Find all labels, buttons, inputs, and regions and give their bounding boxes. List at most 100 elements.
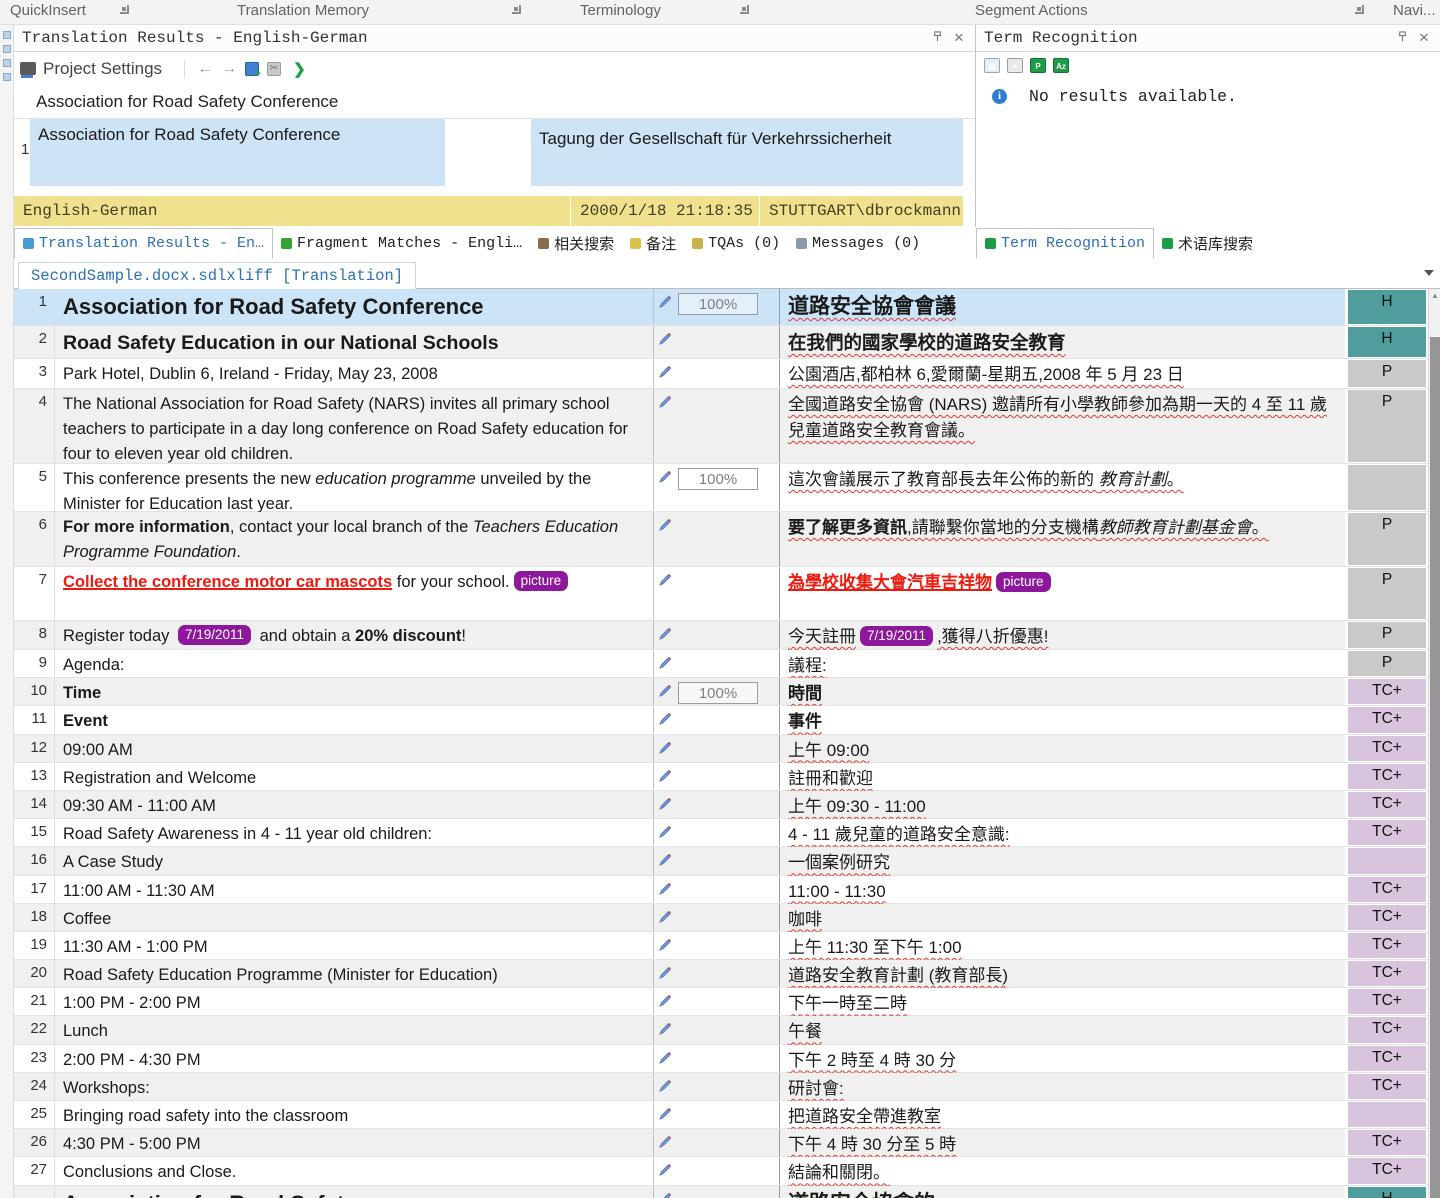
- document-list-dropdown-icon[interactable]: [1424, 270, 1434, 276]
- target-cell[interactable]: 今天註冊7/19/2011,獲得八折優惠!: [780, 621, 1345, 649]
- target-cell[interactable]: 事件: [780, 706, 1345, 733]
- target-cell[interactable]: 為學校收集大會汽車吉祥物picture: [780, 567, 1345, 620]
- tab-term-recognition[interactable]: Term Recognition: [976, 228, 1154, 259]
- source-cell[interactable]: Event: [55, 706, 654, 733]
- text-run: 1:00 PM - 2:00 PM: [63, 994, 201, 1012]
- target-cell[interactable]: 11:00 - 11:30: [780, 876, 1345, 903]
- target-cell[interactable]: 上午 09:00: [780, 735, 1345, 762]
- termbase-viewer-icon[interactable]: ▤: [984, 58, 1000, 73]
- target-cell[interactable]: 結論和關閉。: [780, 1157, 1345, 1184]
- scrollbar-thumb[interactable]: [1430, 337, 1440, 1198]
- source-cell[interactable]: For more information, contact your local…: [55, 512, 654, 566]
- dialog-launcher-icon[interactable]: [512, 5, 521, 14]
- target-cell[interactable]: 這次會議展示了教育部長去年公佈的新的 教育計劃。: [780, 464, 1345, 511]
- source-cell[interactable]: Park Hotel, Dublin 6, Ireland - Friday, …: [55, 359, 654, 388]
- source-cell[interactable]: Agenda:: [55, 650, 654, 677]
- source-cell[interactable]: 1:00 PM - 2:00 PM: [55, 988, 654, 1015]
- docked-panels-strip[interactable]: [0, 25, 14, 1198]
- docked-tab-icon[interactable]: [3, 73, 11, 81]
- tab-fragment-matches[interactable]: Fragment Matches - Engli…: [273, 228, 530, 259]
- apply-translation-icon[interactable]: +: [245, 62, 259, 76]
- target-cell[interactable]: 4 - 11 歲兒童的道路安全意識:: [780, 819, 1345, 846]
- target-cell[interactable]: 道路安全教育計劃 (教育部長): [780, 960, 1345, 987]
- target-cell[interactable]: 把道路安全帶進教室: [780, 1101, 1345, 1128]
- source-cell[interactable]: Conclusions and Close.: [55, 1157, 654, 1184]
- source-cell[interactable]: Lunch: [55, 1016, 654, 1043]
- document-tab[interactable]: SecondSample.docx.sdlxliff [Translation]: [18, 262, 416, 289]
- source-cell[interactable]: Road Safety Education Programme (Ministe…: [55, 960, 654, 987]
- source-cell[interactable]: 11:00 AM - 11:30 AM: [55, 876, 654, 903]
- source-cell[interactable]: A Case Study: [55, 847, 654, 874]
- scroll-up-icon[interactable]: ▲: [1430, 291, 1440, 300]
- docked-tab-icon[interactable]: [3, 31, 11, 39]
- project-settings-button[interactable]: Project Settings: [43, 59, 162, 79]
- pin-icon[interactable]: [929, 30, 945, 46]
- source-cell[interactable]: 2:00 PM - 4:30 PM: [55, 1045, 654, 1072]
- target-cell[interactable]: 研討會:: [780, 1073, 1345, 1100]
- document-structure-cell: H: [1345, 1186, 1428, 1198]
- target-cell[interactable]: 午餐: [780, 1016, 1345, 1043]
- target-cell[interactable]: 咖啡: [780, 904, 1345, 931]
- source-cell[interactable]: This conference presents the new educati…: [55, 464, 654, 511]
- source-cell[interactable]: Road Safety Awareness in 4 - 11 year old…: [55, 819, 654, 846]
- edit-pencil-icon: [658, 1134, 673, 1149]
- dialog-launcher-icon[interactable]: [740, 5, 749, 14]
- source-cell[interactable]: Road Safety Education in our National Sc…: [55, 326, 654, 358]
- source-cell[interactable]: 4:30 PM - 5:00 PM: [55, 1129, 654, 1156]
- target-cell[interactable]: 上午 09:30 - 11:00: [780, 791, 1345, 818]
- target-cell[interactable]: 時間: [780, 678, 1345, 705]
- source-cell[interactable]: Coffee: [55, 904, 654, 931]
- source-cell[interactable]: Workshops:: [55, 1073, 654, 1100]
- source-cell[interactable]: 11:30 AM - 1:00 PM: [55, 932, 654, 959]
- close-icon[interactable]: ✕: [1416, 30, 1432, 46]
- add-term-icon[interactable]: +: [1007, 58, 1023, 73]
- target-cell[interactable]: 全國道路安全協會 (NARS) 邀請所有小學教師參加為期一天的 4 至 11 歲…: [780, 389, 1345, 463]
- docked-tab-icon[interactable]: [3, 45, 11, 53]
- previous-result-icon[interactable]: ←: [197, 60, 213, 78]
- target-cell[interactable]: 道路安全協會的: [780, 1186, 1345, 1198]
- source-cell[interactable]: 09:30 AM - 11:00 AM: [55, 791, 654, 818]
- source-cell[interactable]: Association for Road Safety Conference: [55, 289, 654, 325]
- tab-comments[interactable]: 备注: [622, 228, 684, 259]
- target-cell[interactable]: 公園酒店,都柏林 6,愛爾蘭-星期五,2008 年 5 月 23 日: [780, 359, 1345, 388]
- target-cell[interactable]: 要了解更多資訊,請聯繫你當地的分支機構教師教育計劃基金會。: [780, 512, 1345, 566]
- target-cell[interactable]: 一個案例研究: [780, 847, 1345, 874]
- tab-tqa[interactable]: TQAs (0): [684, 228, 788, 259]
- pin-icon[interactable]: [1394, 30, 1410, 46]
- segment-row: 211:00 PM - 2:00 PM下午一時至二時TC+: [14, 988, 1428, 1016]
- target-cell[interactable]: 上午 11:30 至下午 1:00: [780, 932, 1345, 959]
- source-cell[interactable]: Bringing road safety into the classroom: [55, 1101, 654, 1128]
- more-actions-chevron-icon[interactable]: ❯: [293, 60, 306, 78]
- tab-translation-results[interactable]: Translation Results - En…: [14, 228, 273, 259]
- tab-concordance-search[interactable]: 相关搜索: [530, 228, 622, 259]
- text-run: 全國道路安全協會 (NARS) 邀請所有小學教師參加為期一天的 4 至 11 歲…: [788, 395, 1327, 440]
- target-cell[interactable]: 下午 4 時 30 分至 5 時: [780, 1129, 1345, 1156]
- hitlist-settings-icon[interactable]: P: [1030, 58, 1046, 73]
- source-cell[interactable]: Register today 7/19/2011 and obtain a 20…: [55, 621, 654, 649]
- next-result-icon[interactable]: →: [221, 60, 237, 78]
- tm-result-row[interactable]: 1 Association for Road Safety Conference…: [14, 119, 975, 186]
- grid-scrollbar[interactable]: ▲: [1428, 289, 1440, 1198]
- target-cell[interactable]: 下午 2 時至 4 時 30 分: [780, 1045, 1345, 1072]
- source-cell[interactable]: Time: [55, 678, 654, 705]
- dialog-launcher-icon[interactable]: [120, 5, 129, 14]
- source-cell[interactable]: The National Association for Road Safety…: [55, 389, 654, 463]
- target-cell[interactable]: 註冊和歡迎: [780, 763, 1345, 790]
- target-cell[interactable]: 議程:: [780, 650, 1345, 677]
- segment-status-cell: [654, 326, 780, 358]
- edit-translation-icon[interactable]: ✂: [267, 62, 281, 76]
- tab-messages[interactable]: Messages (0): [788, 228, 928, 259]
- source-cell[interactable]: Association for Road Safety: [55, 1186, 654, 1198]
- source-cell[interactable]: Registration and Welcome: [55, 763, 654, 790]
- tab-termbase-search[interactable]: 术语库搜索: [1154, 228, 1261, 259]
- target-cell[interactable]: 道路安全協會會議: [780, 289, 1345, 325]
- docked-tab-icon[interactable]: [3, 59, 11, 67]
- source-cell[interactable]: 09:00 AM: [55, 735, 654, 762]
- target-cell[interactable]: 在我們的國家學校的道路安全教育: [780, 326, 1345, 358]
- close-icon[interactable]: ✕: [951, 30, 967, 46]
- dialog-launcher-icon[interactable]: [1355, 5, 1364, 14]
- sort-icon[interactable]: Az: [1053, 58, 1069, 73]
- source-cell[interactable]: Collect the conference motor car mascots…: [55, 567, 654, 620]
- text-run: This conference presents the new: [63, 470, 315, 488]
- target-cell[interactable]: 下午一時至二時: [780, 988, 1345, 1015]
